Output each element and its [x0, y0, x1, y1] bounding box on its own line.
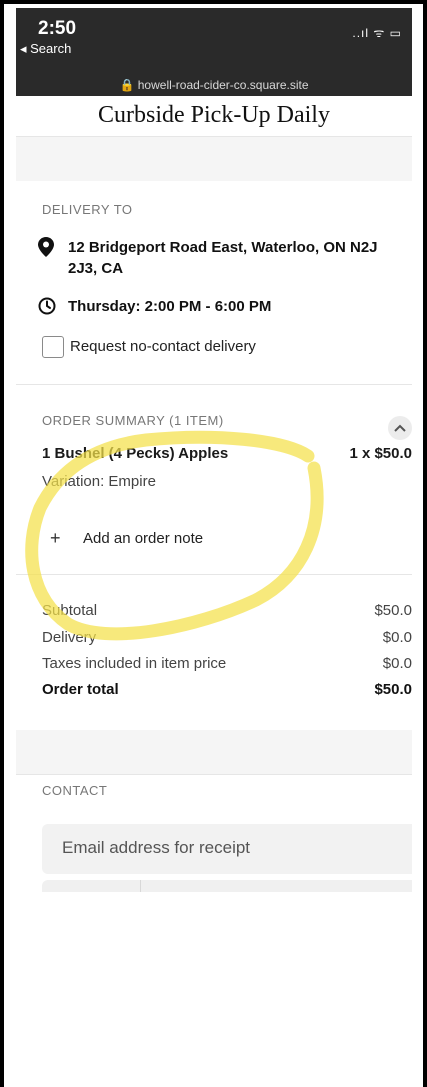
phone-screen: 2:50 ◂ Search ..ıl ᯤ ▭ 🔒 howell-road-cid… — [16, 8, 412, 1087]
yellow-highlight-annotation — [25, 430, 324, 641]
